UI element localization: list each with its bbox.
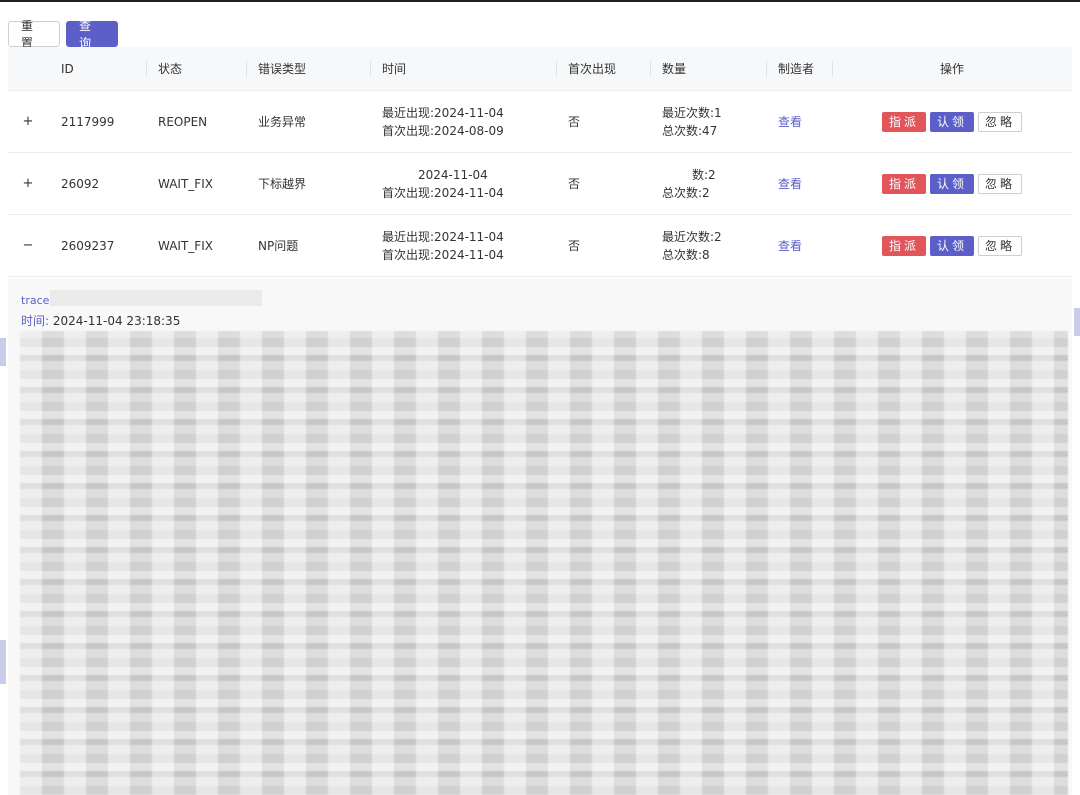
row-time: 最近出现:2024-11-04 首次出现:2024-08-09 — [370, 91, 556, 152]
assign-button[interactable]: 指派 — [881, 111, 926, 132]
row-status: WAIT_FIX — [158, 176, 213, 191]
row-detail-panel: trace 时间: 2024-11-04 23:18:35 — [8, 279, 1072, 795]
view-maker-link[interactable]: 查看 — [778, 175, 802, 192]
header-count: 数量 — [650, 47, 766, 90]
ignore-button[interactable]: 忽略 — [978, 235, 1023, 256]
row-status: WAIT_FIX — [158, 238, 213, 253]
row-count: 最近次数:1 总次数:47 — [650, 91, 766, 152]
table-header: ID 状态 错误类型 时间 首次出现 数量 制造者 操作 — [8, 47, 1072, 91]
assign-button[interactable]: 指派 — [881, 173, 926, 194]
row-recent-count: 最近次数:1 — [662, 105, 722, 120]
toolbar: 重 置 查 询 — [8, 19, 118, 50]
row-time: 最近出现:2024-11-04 首次出现:2024-11-04 — [370, 215, 556, 276]
header-maker: 制造者 — [766, 47, 832, 90]
table-row: + 2117999 REOPEN 业务异常 最近出现:2024-11-04 首次… — [8, 91, 1072, 153]
header-time: 时间 — [370, 47, 556, 90]
row-id: 26092 — [61, 176, 100, 191]
row-first-occurrence: 否 — [568, 177, 581, 191]
row-id: 2117999 — [61, 114, 115, 129]
row-actions: 指派 认领 忽略 — [881, 111, 1023, 132]
detail-time-key: 时间: — [21, 314, 50, 328]
window-top-border — [0, 0, 1080, 2]
row-error-type: 下标越界 — [258, 177, 307, 191]
row-count: 数:2 总次数:2 — [650, 153, 766, 214]
row-actions: 指派 认领 忽略 — [881, 173, 1023, 194]
left-scroll-marker — [0, 338, 6, 366]
row-error-type: 业务异常 — [258, 115, 307, 129]
header-expander — [8, 47, 48, 90]
row-recent-count: 数:2 — [692, 167, 716, 182]
trace-label: trace — [21, 294, 50, 307]
table-row: + 26092 WAIT_FIX 下标越界 2024-11-04 首次出现:20… — [8, 153, 1072, 215]
detail-time-value: 2024-11-04 23:18:35 — [52, 314, 181, 328]
error-table: ID 状态 错误类型 时间 首次出现 数量 制造者 操作 + 2117999 R… — [8, 47, 1072, 277]
header-status: 状态 — [146, 47, 246, 90]
row-recent-time: 最近出现:2024-11-04 — [382, 105, 504, 120]
header-ops: 操作 — [832, 47, 1072, 90]
expand-icon[interactable]: + — [22, 115, 34, 128]
row-total-count: 总次数:2 — [662, 185, 710, 200]
row-recent-time: 2024-11-04 — [418, 167, 488, 182]
row-first-time: 首次出现:2024-08-09 — [382, 123, 504, 138]
row-total-count: 总次数:47 — [662, 123, 718, 138]
header-error-type: 错误类型 — [246, 47, 370, 90]
row-id: 2609237 — [61, 238, 115, 253]
row-time: 2024-11-04 首次出现:2024-11-04 — [370, 153, 556, 214]
row-first-time: 首次出现:2024-11-04 — [382, 247, 504, 262]
row-count: 最近次数:2 总次数:8 — [650, 215, 766, 276]
row-first-time: 首次出现:2024-11-04 — [382, 185, 504, 200]
row-recent-time: 最近出现:2024-11-04 — [382, 229, 504, 244]
row-first-occurrence: 否 — [568, 115, 581, 129]
row-first-occurrence: 否 — [568, 239, 581, 253]
view-maker-link[interactable]: 查看 — [778, 237, 802, 254]
collapse-icon[interactable]: − — [22, 239, 34, 252]
header-first-occurrence: 首次出现 — [556, 47, 650, 90]
table-row: − 2609237 WAIT_FIX NP问题 最近出现:2024-11-04 … — [8, 215, 1072, 277]
claim-button[interactable]: 认领 — [929, 235, 974, 256]
row-error-type: NP问题 — [258, 239, 299, 253]
claim-button[interactable]: 认领 — [929, 111, 974, 132]
reset-button[interactable]: 重 置 — [8, 19, 60, 50]
ignore-button[interactable]: 忽略 — [978, 111, 1023, 132]
redacted-stack-trace — [20, 331, 1068, 795]
query-button[interactable]: 查 询 — [66, 19, 118, 50]
ignore-button[interactable]: 忽略 — [978, 173, 1023, 194]
row-total-count: 总次数:8 — [662, 247, 710, 262]
scrollbar-thumb[interactable] — [1074, 308, 1080, 336]
row-actions: 指派 认领 忽略 — [881, 235, 1023, 256]
header-id: ID — [61, 61, 74, 76]
view-maker-link[interactable]: 查看 — [778, 113, 802, 130]
expand-icon[interactable]: + — [22, 177, 34, 190]
redacted-trace-id — [50, 290, 262, 306]
row-recent-count: 最近次数:2 — [662, 229, 722, 244]
left-scroll-marker — [0, 640, 6, 684]
row-status: REOPEN — [158, 114, 208, 129]
claim-button[interactable]: 认领 — [929, 173, 974, 194]
assign-button[interactable]: 指派 — [881, 235, 926, 256]
detail-time: 时间: 2024-11-04 23:18:35 — [21, 312, 180, 329]
